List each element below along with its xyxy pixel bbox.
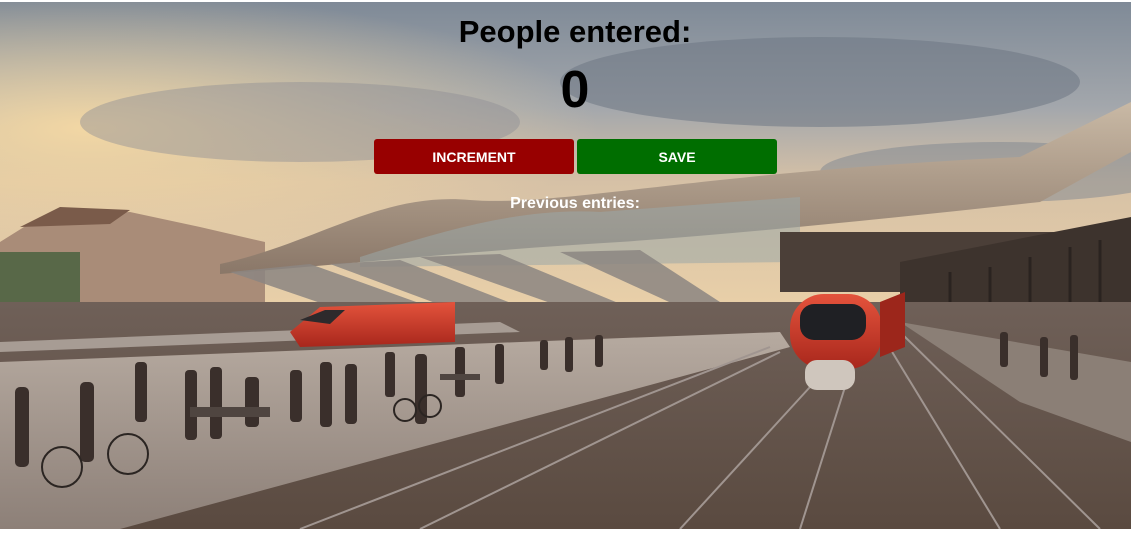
page-title: People entered: bbox=[458, 14, 692, 49]
previous-entries-label: Previous entries: bbox=[510, 195, 640, 212]
save-button[interactable]: SAVE bbox=[577, 139, 777, 174]
increment-button[interactable]: INCREMENT bbox=[374, 139, 574, 174]
people-count: 0 bbox=[560, 61, 590, 119]
